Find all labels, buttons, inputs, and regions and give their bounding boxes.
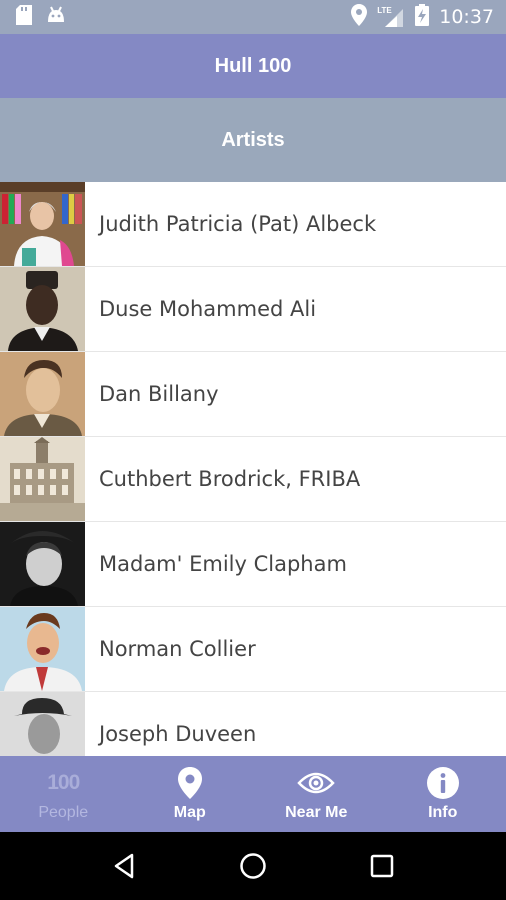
app-title: Hull 100 (214, 54, 292, 77)
nav-info[interactable]: Info (380, 756, 506, 832)
nav-near-me[interactable]: Near Me (253, 756, 380, 832)
person-photo (0, 522, 85, 606)
nav-people[interactable]: 100 People (0, 756, 127, 832)
list-item[interactable]: Duse Mohammed Ali (0, 267, 506, 352)
eye-icon (297, 766, 335, 800)
system-nav-bar (0, 832, 506, 900)
location-icon (351, 3, 368, 31)
nav-map-label: Map (173, 804, 206, 821)
person-name: Judith Patricia (Pat) Albeck (99, 212, 377, 236)
people-icon-text: 100 (47, 771, 80, 794)
list-item[interactable]: Dan Billany (0, 352, 506, 437)
android-icon (46, 6, 66, 29)
status-time: 10:37 (439, 6, 494, 28)
info-icon (426, 766, 459, 800)
person-name: Joseph Duveen (99, 722, 257, 746)
map-pin-icon (177, 766, 202, 800)
person-photo (0, 607, 85, 691)
sd-card-icon (16, 4, 32, 30)
nav-near-me-label: Near Me (285, 804, 348, 821)
person-name: Madam' Emily Clapham (99, 552, 347, 576)
lte-signal-icon: LTE (377, 6, 405, 28)
recents-icon[interactable] (362, 846, 402, 886)
person-name: Duse Mohammed Ali (99, 297, 317, 321)
section-header: Artists (0, 98, 506, 182)
back-icon[interactable] (104, 846, 144, 886)
nav-people-label: People (38, 804, 89, 821)
battery-charging-icon (415, 3, 430, 31)
person-name: Dan Billany (99, 382, 219, 406)
person-name: Norman Collier (99, 637, 256, 661)
status-bar: LTE 10:37 (0, 0, 506, 34)
app-bar: Hull 100 (0, 34, 506, 98)
status-left (16, 4, 66, 30)
nav-info-label: Info (428, 804, 458, 821)
section-title: Artists (221, 128, 285, 151)
person-photo (0, 267, 85, 351)
list-item[interactable]: Judith Patricia (Pat) Albeck (0, 182, 506, 267)
bottom-nav: 100 People Map Near Me Info (0, 756, 506, 832)
list-item[interactable]: Norman Collier (0, 607, 506, 692)
person-photo (0, 352, 85, 436)
list-item[interactable]: Cuthbert Brodrick, FRIBA (0, 437, 506, 522)
person-photo (0, 437, 85, 521)
person-name: Cuthbert Brodrick, FRIBA (99, 467, 361, 491)
list-item[interactable]: Joseph Duveen (0, 692, 506, 756)
people-list[interactable]: Judith Patricia (Pat) Albeck Duse Mohamm… (0, 182, 506, 756)
person-photo (0, 692, 85, 756)
person-photo (0, 182, 85, 266)
home-icon[interactable] (233, 846, 273, 886)
hundred-icon: 100 (47, 766, 80, 800)
status-right: LTE 10:37 (351, 3, 494, 31)
list-item[interactable]: Madam' Emily Clapham (0, 522, 506, 607)
nav-map[interactable]: Map (127, 756, 254, 832)
